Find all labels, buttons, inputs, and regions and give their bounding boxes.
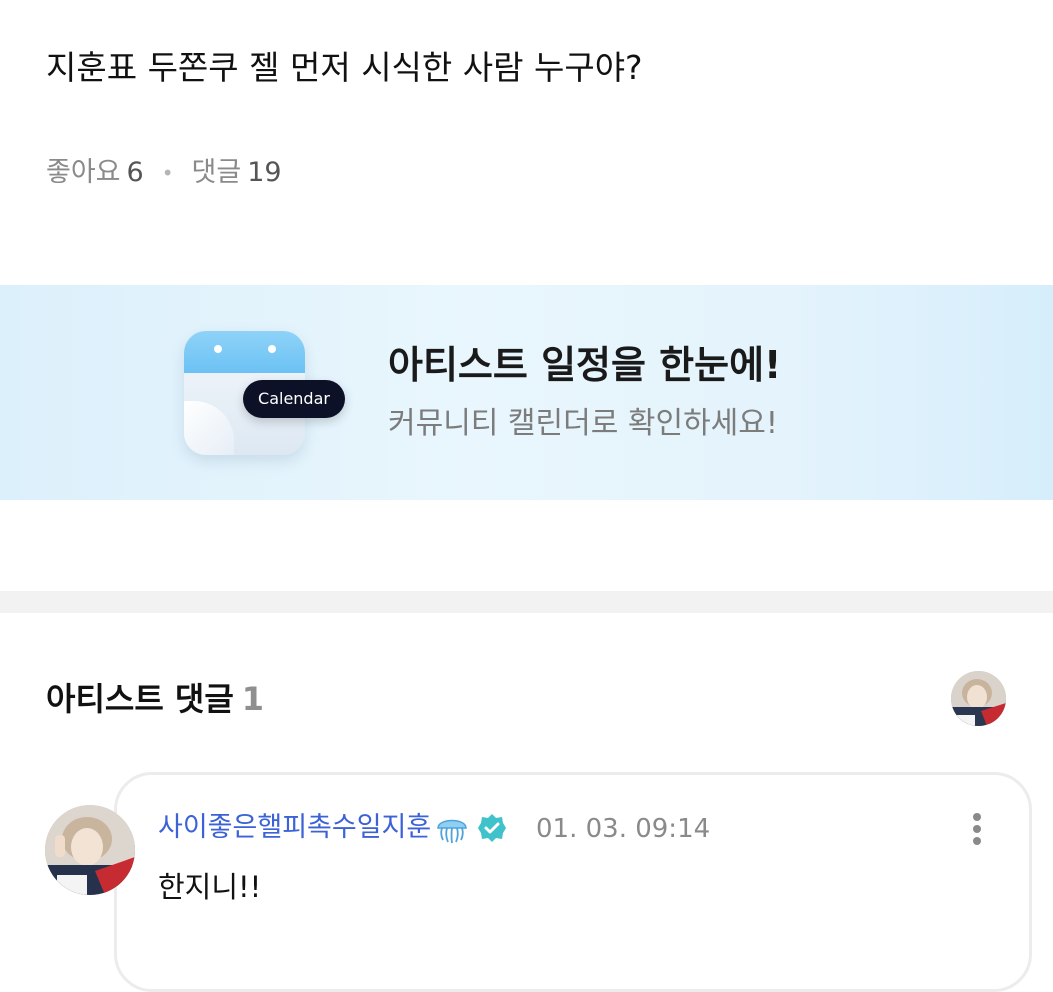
comments-count: 19 xyxy=(247,157,282,188)
comment-author-name: 사이좋은핼피촉수일지훈 xyxy=(158,812,432,843)
artist-comments-heading: 아티스트 댓글 1 xyxy=(46,676,264,722)
artist-comments-title: 아티스트 댓글 xyxy=(46,680,234,718)
comment-text: 한지니!! xyxy=(158,870,262,904)
banner-subtitle: 커뮤니티 캘린더로 확인하세요! xyxy=(388,406,778,441)
comment-author[interactable]: 사이좋은핼피촉수일지훈 xyxy=(158,808,507,848)
comments-label[interactable]: 댓글 xyxy=(192,154,242,192)
artist-avatar[interactable] xyxy=(951,671,1006,726)
post-stats: 좋아요 6 • 댓글 19 xyxy=(46,154,282,192)
calendar-banner[interactable]: Calendar 아티스트 일정을 한눈에! 커뮤니티 캘린더로 확인하세요! xyxy=(0,285,1053,500)
calendar-pill: Calendar xyxy=(243,380,345,418)
comment-timestamp: 01. 03. 09:14 xyxy=(536,814,711,844)
likes-count: 6 xyxy=(126,157,144,188)
jellyfish-icon xyxy=(437,819,468,844)
comment-author-avatar[interactable] xyxy=(45,805,135,895)
section-divider xyxy=(0,591,1053,613)
more-vertical-icon[interactable] xyxy=(962,808,992,848)
banner-title: 아티스트 일정을 한눈에! xyxy=(388,343,782,387)
stats-separator: • xyxy=(161,161,174,185)
verified-badge-icon xyxy=(478,814,507,842)
artist-comments-count: 1 xyxy=(241,680,265,718)
post-title: 지훈표 두쫀쿠 젤 먼저 시식한 사람 누구야? xyxy=(46,48,643,87)
likes-label[interactable]: 좋아요 xyxy=(46,154,121,192)
